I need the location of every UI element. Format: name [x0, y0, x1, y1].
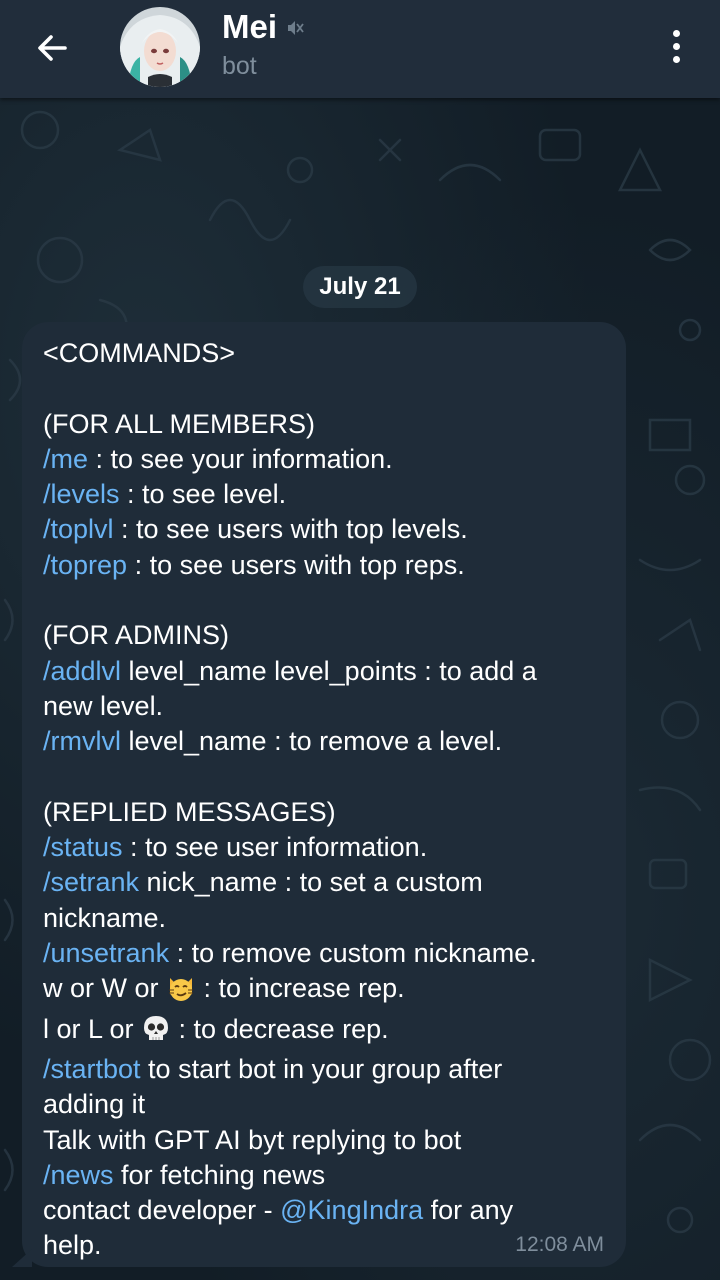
message-text-segment: l or L or — [43, 1013, 142, 1044]
message-line: (REPLIED MESSAGES) — [43, 795, 613, 830]
message-text-segment: : to see users with top levels. — [113, 514, 468, 545]
chat-header: Mei bot — [0, 0, 720, 98]
message-line: Talk with GPT AI byt replying to bot — [43, 1123, 613, 1158]
message-line: adding it — [43, 1087, 613, 1122]
date-separator: July 21 — [303, 266, 417, 308]
more-options-button[interactable] — [656, 22, 696, 70]
avatar[interactable] — [120, 7, 200, 87]
bot-command-link[interactable]: /status — [43, 832, 123, 862]
message-line: /toplvl : to see users with top levels. — [43, 512, 613, 547]
message-text-segment: : to decrease rep. — [171, 1013, 389, 1044]
message-line — [43, 371, 613, 406]
message-line: /toprep : to see users with top reps. — [43, 548, 613, 583]
message-text: <COMMANDS> (FOR ALL MEMBERS)/me : to see… — [43, 336, 613, 1264]
message-line: w or W or : to increase rep. — [43, 971, 613, 1011]
back-button[interactable] — [26, 22, 78, 74]
message-text-segment: contact developer - — [43, 1195, 281, 1226]
muted-speaker-icon — [288, 21, 304, 35]
message-text-segment: (REPLIED MESSAGES) — [43, 796, 336, 827]
message-line: (FOR ADMINS) — [43, 618, 613, 653]
message-text-segment: <COMMANDS> — [43, 338, 236, 368]
message-line: /news for fetching news — [43, 1158, 613, 1193]
message-text-segment: (FOR ALL MEMBERS) — [43, 408, 316, 439]
bot-command-link[interactable]: /me — [43, 444, 88, 474]
chat-title-text: Mei — [222, 8, 278, 45]
message-text-segment: : to see user information. — [122, 832, 428, 863]
message-text-segment: : to remove custom nickname. — [169, 938, 537, 969]
message-text-segment: : to see users with top reps. — [127, 549, 465, 580]
bot-command-link[interactable]: /unsetrank — [43, 938, 169, 968]
message-line: contact developer - @KingIndra for any — [43, 1193, 613, 1228]
bot-command-link[interactable]: /setrank — [43, 867, 139, 897]
message-text-segment: : to see your information. — [88, 443, 393, 474]
message-line: /rmvlvl level_name : to remove a level. — [43, 724, 613, 759]
message-line: <COMMANDS> — [43, 336, 613, 371]
message-line: l or L or : to decrease rep. — [43, 1012, 613, 1052]
message-text-segment: help. — [43, 1230, 102, 1261]
skull-emoji — [141, 1013, 171, 1052]
message-line — [43, 760, 613, 795]
more-vertical-icon — [672, 29, 680, 37]
message-text-segment: for any — [423, 1195, 514, 1226]
bot-command-link[interactable]: /addlvl — [43, 656, 121, 686]
message-line: /unsetrank : to remove custom nickname. — [43, 936, 613, 971]
message-line — [43, 583, 613, 618]
chat-subtitle: bot — [222, 52, 257, 80]
arrow-left-icon — [38, 35, 67, 61]
bot-command-link[interactable]: /toplvl — [43, 514, 114, 544]
message-line: nickname. — [43, 901, 613, 936]
message-text-segment: : to see level. — [119, 479, 287, 510]
message-line: new level. — [43, 689, 613, 724]
bot-command-link[interactable]: /levels — [43, 479, 120, 509]
bot-avatar-image — [120, 7, 200, 87]
message-text-segment: nickname. — [43, 902, 167, 933]
message-bubble[interactable]: <COMMANDS> (FOR ALL MEMBERS)/me : to see… — [12, 322, 626, 1267]
message-text-segment: for fetching news — [113, 1159, 326, 1190]
more-vertical-icon-dot — [672, 42, 680, 50]
bot-command-link[interactable]: /toprep — [43, 550, 127, 580]
message-text-segment: Talk with GPT AI byt replying to bot — [43, 1124, 462, 1155]
bot-command-link[interactable]: /startbot — [43, 1054, 141, 1084]
more-vertical-icon-dot — [672, 55, 680, 63]
message-line: /addlvl level_name level_points : to add… — [43, 654, 613, 689]
bot-command-link[interactable]: /news — [43, 1160, 114, 1190]
bot-command-link[interactable]: /rmvlvl — [43, 726, 121, 756]
message-text-segment: adding it — [43, 1089, 146, 1120]
chat-title: Mei — [222, 8, 305, 46]
message-text-segment: level_name level_points : to add a — [121, 655, 537, 686]
message-line: /me : to see your information. — [43, 442, 613, 477]
message-line: /status : to see user information. — [43, 830, 613, 865]
message-line: /startbot to start bot in your group aft… — [43, 1052, 613, 1087]
smirk-cat-emoji — [166, 972, 196, 1011]
message-text-segment: : to increase rep. — [196, 973, 405, 1004]
message-text-segment: level_name : to remove a level. — [120, 726, 503, 757]
message-line: /setrank nick_name : to set a custom — [43, 865, 613, 900]
message-line: (FOR ALL MEMBERS) — [43, 407, 613, 442]
message-time: 12:08 AM — [515, 1233, 604, 1256]
message-text-segment: w or W or — [43, 973, 167, 1004]
message-text-segment: nick_name : to set a custom — [139, 867, 483, 898]
mention-link[interactable]: @KingIndra — [280, 1195, 423, 1225]
message-text-segment: to start bot in your group after — [140, 1053, 503, 1084]
message-text-segment: (FOR ADMINS) — [43, 620, 229, 651]
message-line: /levels : to see level. — [43, 477, 613, 512]
message-text-segment: new level. — [43, 690, 164, 721]
